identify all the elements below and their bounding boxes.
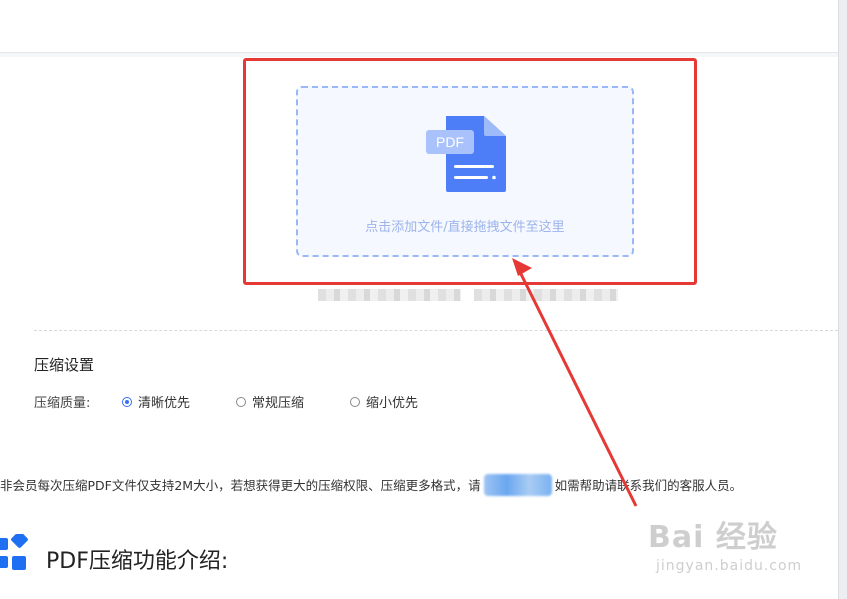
blurred-link[interactable] xyxy=(483,474,552,496)
radio-label: 常规压缩 xyxy=(252,396,305,411)
settings-title: 压缩设置 xyxy=(34,356,95,374)
top-header-strip xyxy=(0,0,838,53)
notice-text-after: 如需帮助请联系我们的客服人员。 xyxy=(554,478,743,493)
scrollbar[interactable] xyxy=(838,0,847,599)
notice-text-before: 非会员每次压缩PDF文件仅支持2M大小，若想获得更大的压缩权限、压缩更多格式，请 xyxy=(0,478,481,493)
annotation-red-frame xyxy=(243,58,697,285)
radio-option-smallest[interactable]: 缩小优先 xyxy=(350,392,418,411)
quality-label: 压缩质量: xyxy=(34,396,91,411)
radio-unchecked-icon[interactable] xyxy=(236,396,246,407)
blurred-text xyxy=(318,289,461,301)
blurred-text xyxy=(474,289,618,301)
radio-unchecked-icon[interactable] xyxy=(350,396,360,407)
watermark-sub: jingyan.baidu.com xyxy=(656,558,803,574)
radio-label: 清晰优先 xyxy=(138,396,191,411)
grid-diamond-icon xyxy=(0,534,28,570)
radio-label: 缩小优先 xyxy=(366,396,419,411)
notice-text: 非会员每次压缩PDF文件仅支持2M大小，若想获得更大的压缩权限、压缩更多格式，请… xyxy=(0,474,838,496)
radio-option-normal[interactable]: 常规压缩 xyxy=(236,392,304,411)
section-title: PDF压缩功能介绍: xyxy=(46,549,229,574)
radio-option-clarity[interactable]: 清晰优先 xyxy=(122,392,190,411)
dashed-divider xyxy=(34,330,838,331)
baidu-watermark: Bai 经验 jingyan.baidu.com xyxy=(648,512,808,582)
radio-checked-icon[interactable] xyxy=(122,396,132,407)
watermark-main: Bai 经验 xyxy=(648,520,778,555)
